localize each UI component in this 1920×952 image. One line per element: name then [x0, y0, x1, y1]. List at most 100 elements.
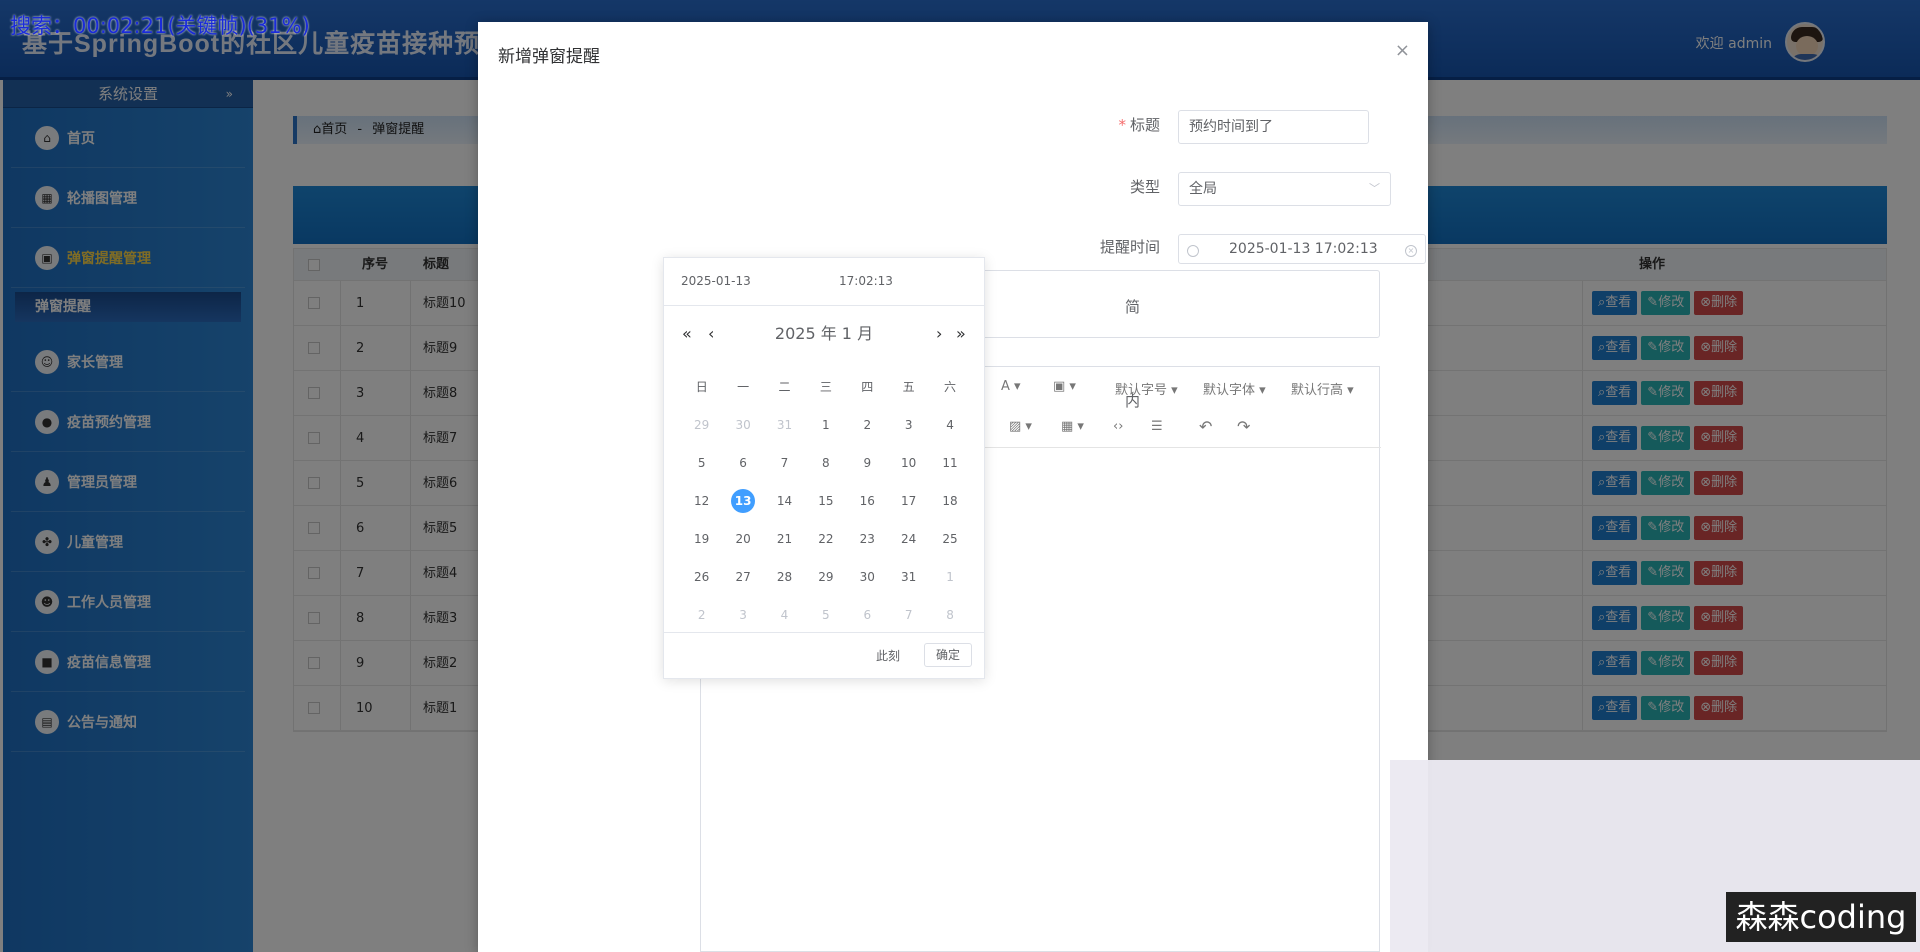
calendar-day[interactable]: 11	[929, 444, 970, 482]
calendar-day-label: 9	[863, 456, 872, 470]
font-family-label: 默认字体	[1203, 383, 1256, 398]
calendar-week-row: 12 13 14 15 16 17 18	[681, 482, 971, 520]
calendar-day[interactable]: 20	[722, 520, 763, 558]
line-height-dropdown[interactable]: 默认行高 ▾	[1291, 379, 1354, 398]
calendar-day[interactable]: 3	[722, 596, 763, 634]
calendar-day-label: 5	[697, 456, 706, 470]
calendar-day[interactable]: 10	[888, 444, 929, 482]
calendar-day-selected[interactable]: 13	[722, 482, 763, 520]
required-mark: *	[1118, 116, 1126, 134]
calendar-day[interactable]: 5	[681, 444, 722, 482]
calendar-day[interactable]: 12	[681, 482, 722, 520]
next-year-icon[interactable]: »	[956, 324, 966, 343]
calendar-day-label: 30	[735, 418, 751, 432]
calendar-day[interactable]: 30	[722, 406, 763, 444]
image-icon[interactable]: ▨ ▾	[1009, 419, 1032, 434]
calendar-day[interactable]: 8	[929, 596, 970, 634]
weekday-label: 一	[737, 380, 750, 394]
calendar-week-row: 2 3 4 5 6 7 8	[681, 596, 971, 634]
picker-inputs: 2025-01-13 17:02:13	[664, 258, 984, 306]
divider-icon[interactable]: ☰	[1151, 419, 1163, 434]
calendar-day-label: 18	[942, 494, 958, 508]
clock-icon	[1187, 245, 1199, 257]
calendar-day[interactable]: 7	[764, 444, 805, 482]
calendar-day[interactable]: 29	[681, 406, 722, 444]
confirm-button[interactable]: 确定	[924, 643, 972, 667]
remind-time-input[interactable]: 2025-01-13 17:02:13 ×	[1178, 234, 1426, 264]
title-label: * 标题	[1040, 114, 1160, 135]
calendar-day[interactable]: 22	[805, 520, 846, 558]
calendar-day[interactable]: 2	[847, 406, 888, 444]
calendar-day[interactable]: 21	[764, 520, 805, 558]
weekday-label: 四	[861, 380, 874, 394]
calendar-week-row: 19 20 21 22 23 24 25	[681, 520, 971, 558]
close-icon[interactable]: ×	[1395, 40, 1410, 61]
calendar-day[interactable]: 2	[681, 596, 722, 634]
dialog-title: 新增弹窗提醒	[498, 47, 600, 67]
calendar-day[interactable]: 16	[847, 482, 888, 520]
calendar-week-row: 29 30 31 1 2 3 4	[681, 406, 971, 444]
calendar-grid: 日一二三四五六 29 30 31 1 2 3 4 5 6 7 8 9 10 11 12 13 14 15 16 17 18…	[681, 368, 971, 634]
calendar-day-label: 4	[946, 418, 954, 432]
calendar-day[interactable]: 8	[805, 444, 846, 482]
calendar-day[interactable]: 4	[929, 406, 970, 444]
calendar-day[interactable]: 3	[888, 406, 929, 444]
calendar-day[interactable]: 15	[805, 482, 846, 520]
calendar-day-label: 27	[735, 570, 751, 584]
calendar-day-label: 30	[859, 570, 875, 584]
calendar-day-label: 8	[822, 456, 830, 470]
weekday-label: 六	[944, 380, 957, 394]
calendar-day[interactable]: 19	[681, 520, 722, 558]
calendar-day-label: 29	[818, 570, 834, 584]
redo-icon[interactable]: ↷	[1237, 417, 1250, 436]
calendar-day[interactable]: 28	[764, 558, 805, 596]
calendar-day[interactable]: 1	[929, 558, 970, 596]
clear-icon[interactable]: ×	[1405, 245, 1417, 257]
calendar-day[interactable]: 6	[847, 596, 888, 634]
calendar-day[interactable]: 24	[888, 520, 929, 558]
title-input[interactable]: 预约时间到了	[1178, 110, 1369, 144]
calendar-day[interactable]: 29	[805, 558, 846, 596]
undo-icon[interactable]: ↶	[1199, 417, 1212, 436]
font-family-dropdown[interactable]: 默认字体 ▾	[1203, 379, 1266, 398]
calendar-day-label: 11	[942, 456, 958, 470]
calendar-day[interactable]: 5	[805, 596, 846, 634]
type-select[interactable]: 全局 ﹀	[1178, 172, 1391, 206]
recording-overlay-text: 搜索：00:02:21(关键帧)(31%)	[10, 14, 310, 38]
calendar-day[interactable]: 18	[929, 482, 970, 520]
calendar-day[interactable]: 7	[888, 596, 929, 634]
picker-time-input[interactable]: 17:02:13	[839, 274, 893, 288]
watermark: 森森coding	[1726, 892, 1916, 942]
calendar-day[interactable]: 31	[764, 406, 805, 444]
table-icon[interactable]: ▦ ▾	[1061, 419, 1084, 434]
calendar-day[interactable]: 27	[722, 558, 763, 596]
font-color-icon[interactable]: A ▾	[1001, 379, 1021, 394]
calendar-day[interactable]: 1	[805, 406, 846, 444]
next-month-icon[interactable]: ›	[936, 324, 942, 343]
calendar-day-label: 8	[946, 608, 954, 622]
calendar-day[interactable]: 31	[888, 558, 929, 596]
calendar-day-label: 6	[739, 456, 747, 470]
calendar-day[interactable]: 23	[847, 520, 888, 558]
calendar-day[interactable]: 17	[888, 482, 929, 520]
calendar-day[interactable]: 4	[764, 596, 805, 634]
chevron-down-icon: ﹀	[1369, 182, 1380, 195]
date-time-picker: 2025-01-13 17:02:13 « ‹ 2025 年 1 月 › » 日…	[663, 257, 985, 679]
calendar-day-label: 1	[946, 570, 954, 584]
picker-date-input[interactable]: 2025-01-13	[681, 274, 751, 288]
background-color-icon[interactable]: ▣ ▾	[1053, 379, 1076, 394]
code-icon[interactable]: ‹›	[1113, 419, 1123, 434]
font-size-dropdown[interactable]: 默认字号 ▾	[1115, 379, 1178, 398]
calendar-day[interactable]: 14	[764, 482, 805, 520]
calendar-day[interactable]: 9	[847, 444, 888, 482]
calendar-day-label: 22	[818, 532, 834, 546]
calendar-day-label: 7	[780, 456, 789, 470]
calendar-day-label: 2	[863, 418, 872, 432]
calendar-day[interactable]: 30	[847, 558, 888, 596]
calendar-day[interactable]: 26	[681, 558, 722, 596]
now-button[interactable]: 此刻	[876, 647, 900, 664]
calendar-day[interactable]: 25	[929, 520, 970, 558]
remind-time-value: 2025-01-13 17:02:13	[1229, 241, 1378, 257]
calendar-day-label: 4	[780, 608, 789, 622]
calendar-day[interactable]: 6	[722, 444, 763, 482]
